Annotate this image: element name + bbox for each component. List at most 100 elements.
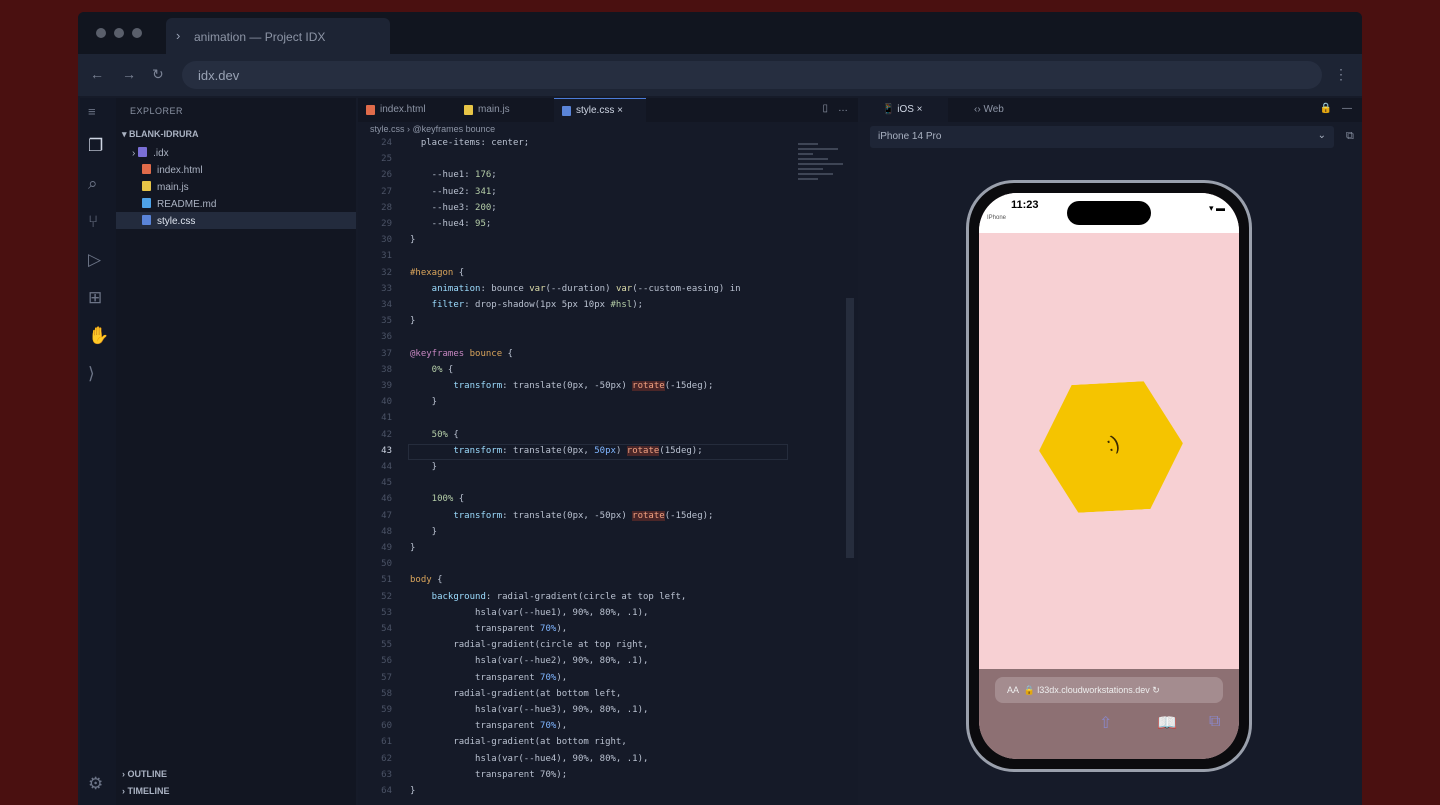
- file-item[interactable]: style.css: [116, 212, 356, 229]
- editor-scrollbar[interactable]: [846, 298, 854, 558]
- bookmarks-icon[interactable]: 📖: [1157, 713, 1177, 733]
- line-number: 44: [381, 462, 392, 472]
- phone-url-bar[interactable]: AA 🔒 l33dx.cloudworkstations.dev ↻: [995, 677, 1223, 703]
- window-controls[interactable]: [96, 28, 142, 38]
- code-token: 70%: [540, 672, 557, 683]
- forward-icon[interactable]: →: [122, 66, 136, 82]
- tab-main-js[interactable]: main.js: [456, 98, 552, 122]
- line-number: 26: [381, 170, 392, 181]
- menu-icon[interactable]: ≡: [88, 104, 96, 119]
- line-number: 59: [381, 705, 392, 715]
- code-token: (--duration): [545, 283, 616, 294]
- code-token: --hue3: [410, 202, 465, 213]
- hand-icon[interactable]: ✋: [88, 326, 109, 346]
- code-line: }: [410, 527, 437, 543]
- phone-frame: 11:23 IPhone ▾ ▬ :) AA 🔒 l33dx.cloudwork…: [966, 180, 1252, 772]
- code-token: {: [431, 575, 443, 586]
- tabs-icon[interactable]: ⧉: [1209, 713, 1220, 731]
- carrier: IPhone: [987, 215, 1007, 221]
- tab-label: main.js: [478, 104, 510, 115]
- browser-tab[interactable]: › animation — Project IDX: [166, 18, 390, 54]
- line-number: 43: [381, 445, 392, 456]
- split-editor-icon[interactable]: ▯: [822, 103, 828, 114]
- title-bar: › animation — Project IDX: [78, 12, 1362, 54]
- code-token: : translate(0px, -50px): [502, 381, 633, 391]
- code-token: 341: [475, 186, 492, 197]
- code-line: hsla(var(--hue3), 90%, 80%, .1),: [410, 705, 648, 721]
- code-token: 70%: [540, 721, 557, 732]
- code-token: ): [615, 445, 627, 456]
- file-item[interactable]: README.md: [116, 195, 356, 212]
- breadcrumb-symbol[interactable]: @keyframes bounce: [413, 124, 496, 134]
- phone-screen[interactable]: 11:23 IPhone ▾ ▬ :) AA 🔒 l33dx.cloudwork…: [979, 193, 1239, 759]
- aa-button[interactable]: AA: [1007, 685, 1019, 695]
- line-number: 54: [381, 624, 392, 634]
- code-token: animation: [410, 283, 481, 294]
- file-item[interactable]: index.html: [116, 161, 356, 178]
- run-debug-icon[interactable]: ▷: [88, 250, 101, 270]
- timeline-section[interactable]: › TIMELINE: [116, 783, 356, 800]
- code-token: {: [453, 267, 465, 278]
- code-area[interactable]: 24 place-items: center; 25 26 --hue1: 176;…: [358, 138, 858, 805]
- code-token: : bounce: [480, 283, 530, 294]
- extensions-icon[interactable]: ⊞: [88, 288, 102, 308]
- more-icon[interactable]: …: [838, 103, 848, 114]
- tab-style-css[interactable]: style.css ×: [554, 98, 646, 122]
- search-icon[interactable]: ⌕: [88, 174, 98, 194]
- open-external-icon[interactable]: ⧉: [1346, 130, 1354, 143]
- line-number: 58: [381, 688, 392, 699]
- tab-web[interactable]: ‹› Web: [952, 98, 1050, 122]
- share-icon[interactable]: ⇧: [1099, 713, 1112, 733]
- file-icon: [142, 198, 151, 208]
- tab-label: Web: [983, 104, 1004, 115]
- code-token: (--custom-easing) in: [632, 283, 741, 294]
- outline-section[interactable]: › OUTLINE: [116, 766, 356, 783]
- code-token: ),: [556, 721, 568, 732]
- code-line: --hue3: 200;: [410, 203, 497, 219]
- line-number: 47: [381, 510, 392, 521]
- files-icon[interactable]: ❐: [88, 136, 103, 156]
- workspace-root[interactable]: ▾ BLANK-IDRURA: [116, 126, 356, 143]
- code-token: 200: [475, 202, 492, 213]
- reload-icon[interactable]: ↻: [152, 66, 164, 83]
- file-item[interactable]: › .idx: [116, 144, 356, 161]
- idx-icon[interactable]: ⟩: [88, 364, 95, 384]
- code-token: ;: [491, 186, 497, 197]
- line-number: 34: [381, 300, 392, 310]
- code-line: }: [410, 543, 415, 559]
- minimize-icon[interactable]: —: [1342, 103, 1352, 114]
- settings-icon[interactable]: ⚙: [88, 774, 103, 794]
- tab-label: index.html: [380, 104, 426, 115]
- code-token: 100%: [410, 494, 454, 505]
- line-number: 30: [381, 235, 392, 246]
- line-number: 49: [381, 543, 392, 553]
- code-token: (-15deg);: [664, 510, 714, 521]
- line-number: 39: [381, 381, 392, 391]
- line-number: 55: [381, 640, 392, 651]
- explorer-header: EXPLORER: [130, 106, 184, 116]
- code-token: 50px: [594, 445, 616, 456]
- source-control-icon[interactable]: ⑂: [88, 212, 98, 232]
- tab-index-html[interactable]: index.html: [358, 98, 454, 122]
- file-item[interactable]: main.js: [116, 178, 356, 195]
- line-number: 29: [381, 219, 392, 229]
- code-editor: index.html main.js style.css × ▯ … style…: [358, 98, 858, 805]
- menu-icon[interactable]: ⋮: [1334, 66, 1348, 83]
- code-token: ),: [556, 672, 568, 683]
- url-input[interactable]: idx.dev: [182, 61, 1322, 89]
- code-token: {: [502, 348, 513, 359]
- safari-toolbar: AA 🔒 l33dx.cloudworkstations.dev ↻ ⇧ 📖 ⧉: [979, 669, 1239, 759]
- code-token: rotate: [632, 381, 665, 391]
- breadcrumb-file[interactable]: style.css: [370, 124, 405, 134]
- lock-icon[interactable]: 🔒: [1320, 103, 1332, 114]
- code-token: hsla(var(--hue4), 90%, 80%, .1),: [410, 753, 649, 764]
- close-icon[interactable]: ×: [617, 105, 623, 116]
- device-select[interactable]: iPhone 14 Pro ⌄: [870, 126, 1334, 148]
- back-icon[interactable]: ←: [90, 66, 104, 82]
- tab-ios[interactable]: 📱 iOS ×: [860, 98, 948, 122]
- code-token: : translate(0px,: [502, 445, 595, 456]
- code-token: );: [632, 300, 644, 310]
- minimap[interactable]: [798, 140, 848, 250]
- code-token: {: [442, 364, 454, 375]
- file-icon: [142, 215, 151, 225]
